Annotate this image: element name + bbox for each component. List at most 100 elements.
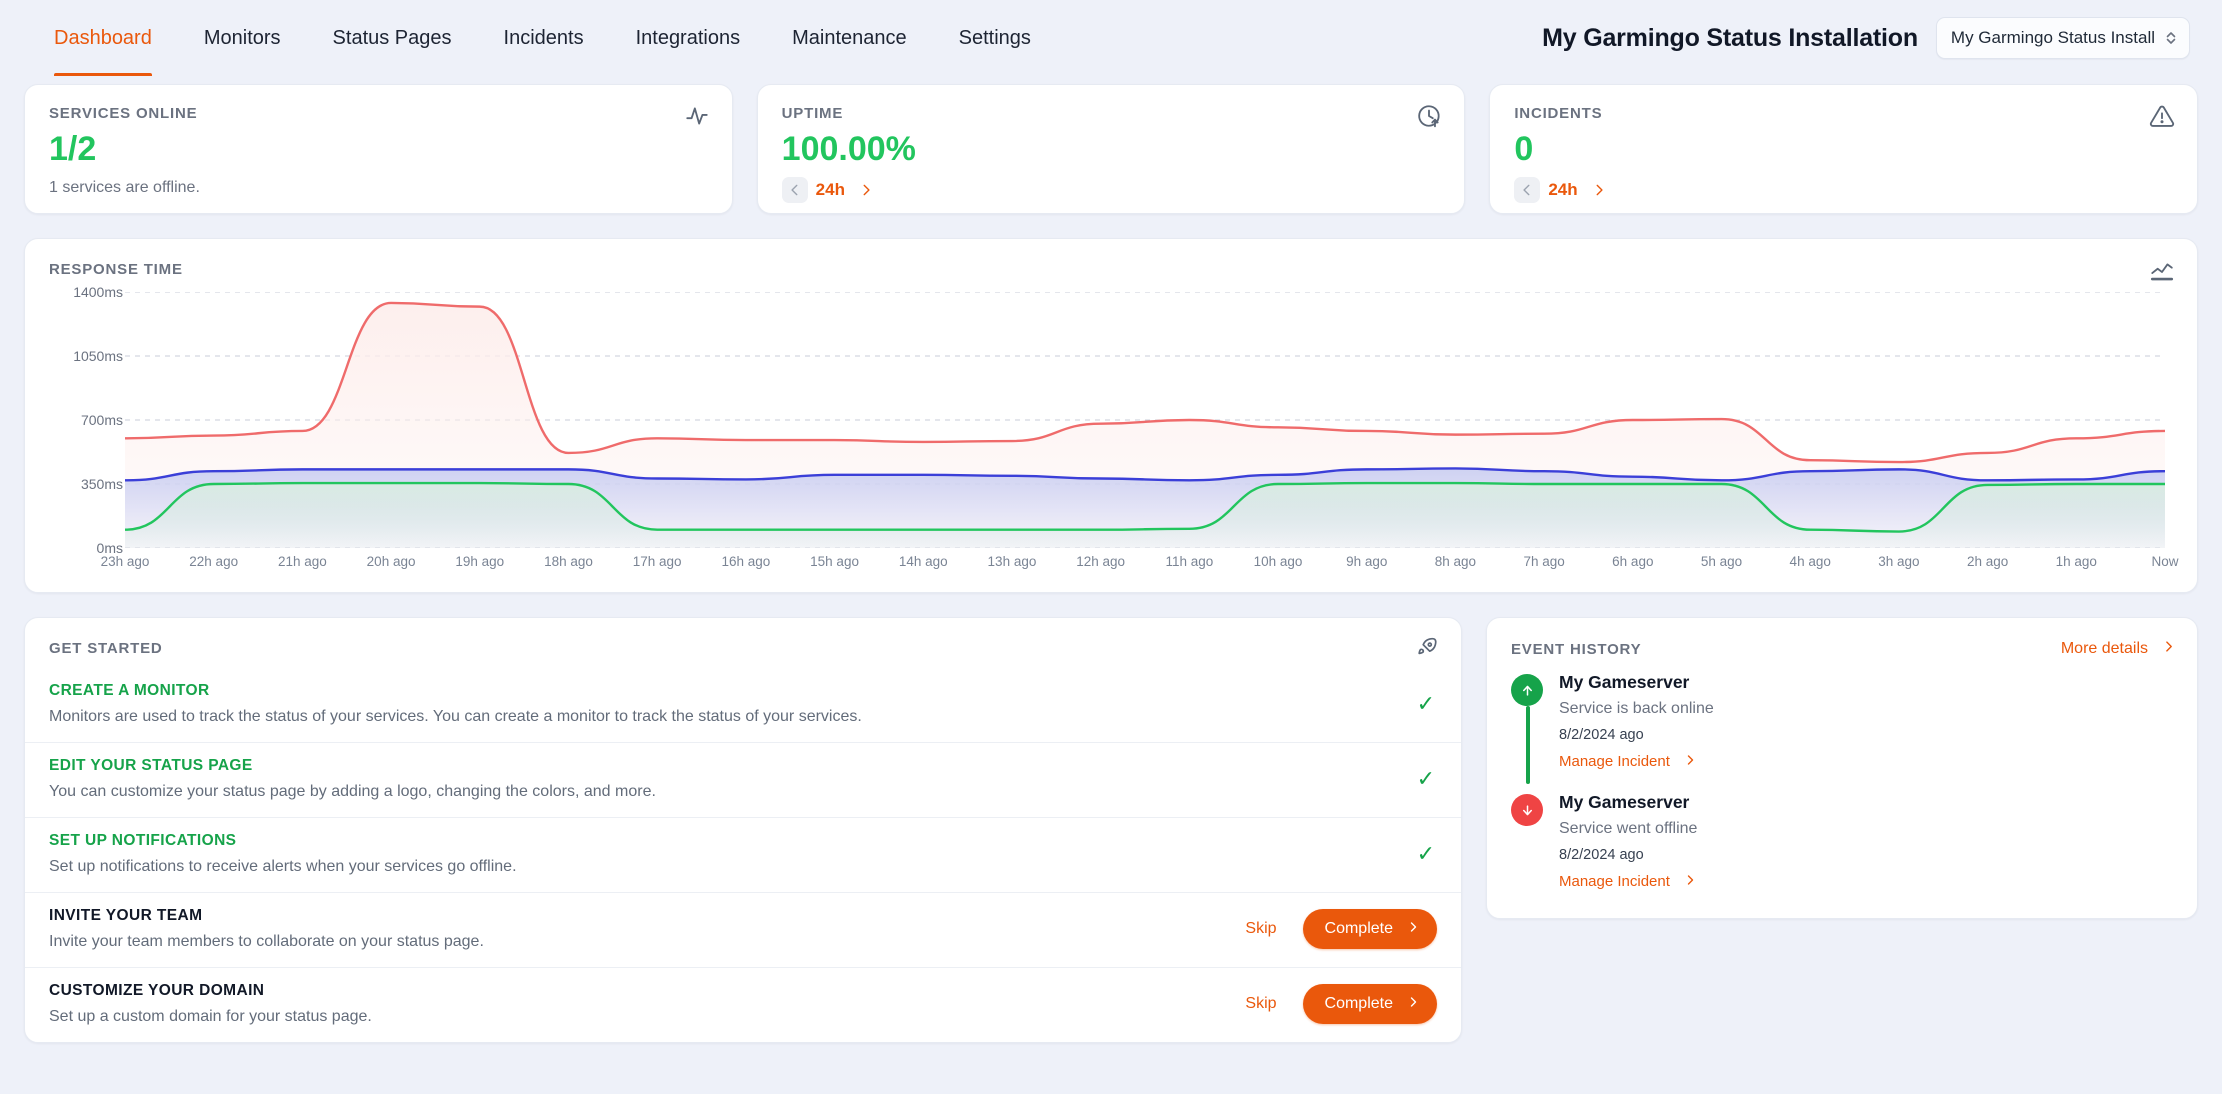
skip-button[interactable]: Skip	[1245, 920, 1276, 938]
rocket-icon	[1415, 636, 1439, 665]
complete-button-label: Complete	[1324, 995, 1393, 1012]
get-started-row-desc: Set up notifications to receive alerts w…	[49, 858, 517, 875]
chevron-right-icon	[1684, 873, 1696, 890]
arrow-down-icon	[1511, 794, 1543, 826]
uptime-prev-button[interactable]	[781, 176, 808, 203]
x-axis-tick: 14h ago	[898, 554, 948, 569]
x-axis-tick: 9h ago	[1346, 554, 1388, 569]
get-started-row-desc: Monitors are used to track the status of…	[49, 708, 862, 725]
arrow-up-icon	[1511, 674, 1543, 706]
stats-row: SERVICES ONLINE 1/2 1 services are offli…	[0, 84, 2222, 214]
get-started-row: SET UP NOTIFICATIONS Set up notification…	[25, 817, 1461, 892]
nav-item-maintenance[interactable]: Maintenance	[766, 0, 933, 76]
event-history-list: My Gameserver Service is back online 8/2…	[1487, 658, 2197, 918]
services-online-value: 1/2	[49, 130, 97, 168]
nav-item-label: Maintenance	[792, 26, 907, 49]
get-started-row: INVITE YOUR TEAM Invite your team member…	[25, 892, 1461, 967]
get-started-row-title: CREATE A MONITOR	[49, 682, 210, 699]
manage-incident-label: Manage Incident	[1559, 873, 1670, 890]
get-started-row-title: SET UP NOTIFICATIONS	[49, 832, 237, 849]
nav-item-incidents[interactable]: Incidents	[478, 0, 610, 76]
nav-item-label: Settings	[958, 26, 1031, 49]
get-started-row-desc: Set up a custom domain for your status p…	[49, 1008, 372, 1025]
chevron-right-icon	[1684, 753, 1696, 770]
x-axis-tick: 7h ago	[1523, 554, 1565, 569]
get-started-row-texts: INVITE YOUR TEAM Invite your team member…	[49, 907, 1245, 951]
x-axis-tick: 5h ago	[1700, 554, 1743, 569]
get-started-row-title: CUSTOMIZE YOUR DOMAIN	[49, 982, 265, 999]
get-started-row-texts: CUSTOMIZE YOUR DOMAIN Set up a custom do…	[49, 982, 1245, 1026]
manage-incident-label: Manage Incident	[1559, 753, 1670, 770]
event-history-card: EVENT HISTORY More details My Gameserver…	[1486, 617, 2198, 919]
services-online-label: SERVICES ONLINE	[49, 105, 198, 122]
complete-button[interactable]: Complete	[1302, 984, 1437, 1024]
get-started-row-desc: Invite your team members to collaborate …	[49, 933, 484, 950]
installation-select-value: My Garmingo Status Install	[1950, 28, 2155, 47]
services-online-card: SERVICES ONLINE 1/2 1 services are offli…	[24, 84, 733, 214]
incidents-label: INCIDENTS	[1514, 105, 1603, 122]
chevron-right-icon	[2162, 640, 2175, 658]
get-started-row-desc: You can customize your status page by ad…	[49, 783, 656, 800]
manage-incident-link[interactable]: Manage Incident	[1559, 873, 1697, 890]
event-description: Service is back online	[1559, 700, 1714, 717]
response-time-title: RESPONSE TIME	[49, 261, 183, 278]
get-started-row: CUSTOMIZE YOUR DOMAIN Set up a custom do…	[25, 967, 1461, 1042]
get-started-row: CREATE A MONITOR Monitors are used to tr…	[25, 668, 1461, 742]
get-started-row-texts: EDIT YOUR STATUS PAGE You can customize …	[49, 757, 1417, 801]
get-started-header: GET STARTED	[25, 618, 1461, 668]
incidents-card: INCIDENTS 0 24h	[1489, 84, 2199, 214]
get-started-row-title: EDIT YOUR STATUS PAGE	[49, 757, 253, 774]
top-navigation-bar: Dashboard Monitors Status Pages Incidents In…	[0, 0, 2222, 76]
x-axis-tick: 6h ago	[1612, 554, 1654, 569]
x-axis-tick: 10h ago	[1253, 554, 1303, 569]
event-history-item-body: My Gameserver Service went offline 8/2/2…	[1559, 792, 1697, 890]
nav-item-monitors[interactable]: Monitors	[178, 0, 307, 76]
x-axis-tick: 19h ago	[455, 554, 505, 569]
incidents-range-label: 24h	[1548, 179, 1578, 199]
get-started-title: GET STARTED	[49, 640, 163, 657]
event-history-item: My Gameserver Service is back online 8/2…	[1511, 672, 2173, 792]
nav-item-dashboard[interactable]: Dashboard	[28, 0, 178, 76]
bottom-row: GET STARTED CREATE A MONITOR Monitors ar…	[0, 593, 2222, 1067]
uptime-card: UPTIME 100.00% 24h	[756, 84, 1466, 214]
area-chart-icon	[2149, 259, 2175, 290]
complete-button[interactable]: Complete	[1302, 909, 1437, 949]
x-axis-tick: 13h ago	[987, 554, 1037, 569]
check-icon: ✓	[1416, 841, 1435, 866]
x-axis-tick: 22h ago	[189, 554, 239, 569]
x-axis-tick: 21h ago	[277, 554, 327, 569]
skip-button[interactable]: Skip	[1245, 995, 1276, 1013]
more-details-link[interactable]: More details	[2061, 640, 2175, 658]
x-axis-tick: 12h ago	[1076, 554, 1126, 569]
incidents-prev-button[interactable]	[1514, 176, 1541, 203]
complete-button-label: Complete	[1324, 920, 1393, 937]
x-axis-tick: 8h ago	[1434, 554, 1477, 569]
nav-item-status-pages[interactable]: Status Pages	[307, 0, 478, 76]
event-history-item-body: My Gameserver Service is back online 8/2…	[1559, 672, 1714, 770]
get-started-row-texts: SET UP NOTIFICATIONS Set up notification…	[49, 832, 1417, 876]
main-nav: Dashboard Monitors Status Pages Incidents In…	[28, 0, 1057, 76]
get-started-row: EDIT YOUR STATUS PAGE You can customize …	[25, 742, 1461, 817]
incidents-range-stepper: 24h	[1514, 176, 2173, 203]
installation-select[interactable]: My Garmingo Status Install	[1935, 17, 2190, 59]
x-axis-tick: 16h ago	[721, 554, 771, 569]
manage-incident-link[interactable]: Manage Incident	[1559, 753, 1714, 770]
incidents-next-button[interactable]	[1586, 177, 1612, 203]
uptime-next-button[interactable]	[853, 177, 879, 203]
installation-title: My Garmingo Status Installation	[1542, 23, 1918, 52]
check-icon: ✓	[1416, 766, 1435, 791]
nav-item-label: Dashboard	[54, 26, 152, 49]
nav-item-label: Incidents	[503, 26, 584, 49]
response-time-card: RESPONSE TIME 0ms 350ms 700ms 1050ms 1400ms …	[24, 238, 2198, 593]
get-started-row-texts: CREATE A MONITOR Monitors are used to tr…	[49, 682, 1417, 726]
nav-item-label: Monitors	[203, 26, 281, 49]
nav-item-integrations[interactable]: Integrations	[610, 0, 767, 76]
nav-item-settings[interactable]: Settings	[933, 0, 1057, 76]
response-time-plot-area: 0ms 350ms 700ms 1050ms 1400ms	[49, 284, 2173, 556]
event-history-header: EVENT HISTORY More details	[1487, 618, 2197, 658]
event-monitor-name: My Gameserver	[1559, 672, 1690, 692]
x-axis-tick: 20h ago	[366, 554, 416, 569]
event-timeline-connector	[1526, 706, 1530, 784]
event-description: Service went offline	[1559, 820, 1698, 837]
event-timestamp: 8/2/2024 ago	[1559, 727, 1644, 743]
